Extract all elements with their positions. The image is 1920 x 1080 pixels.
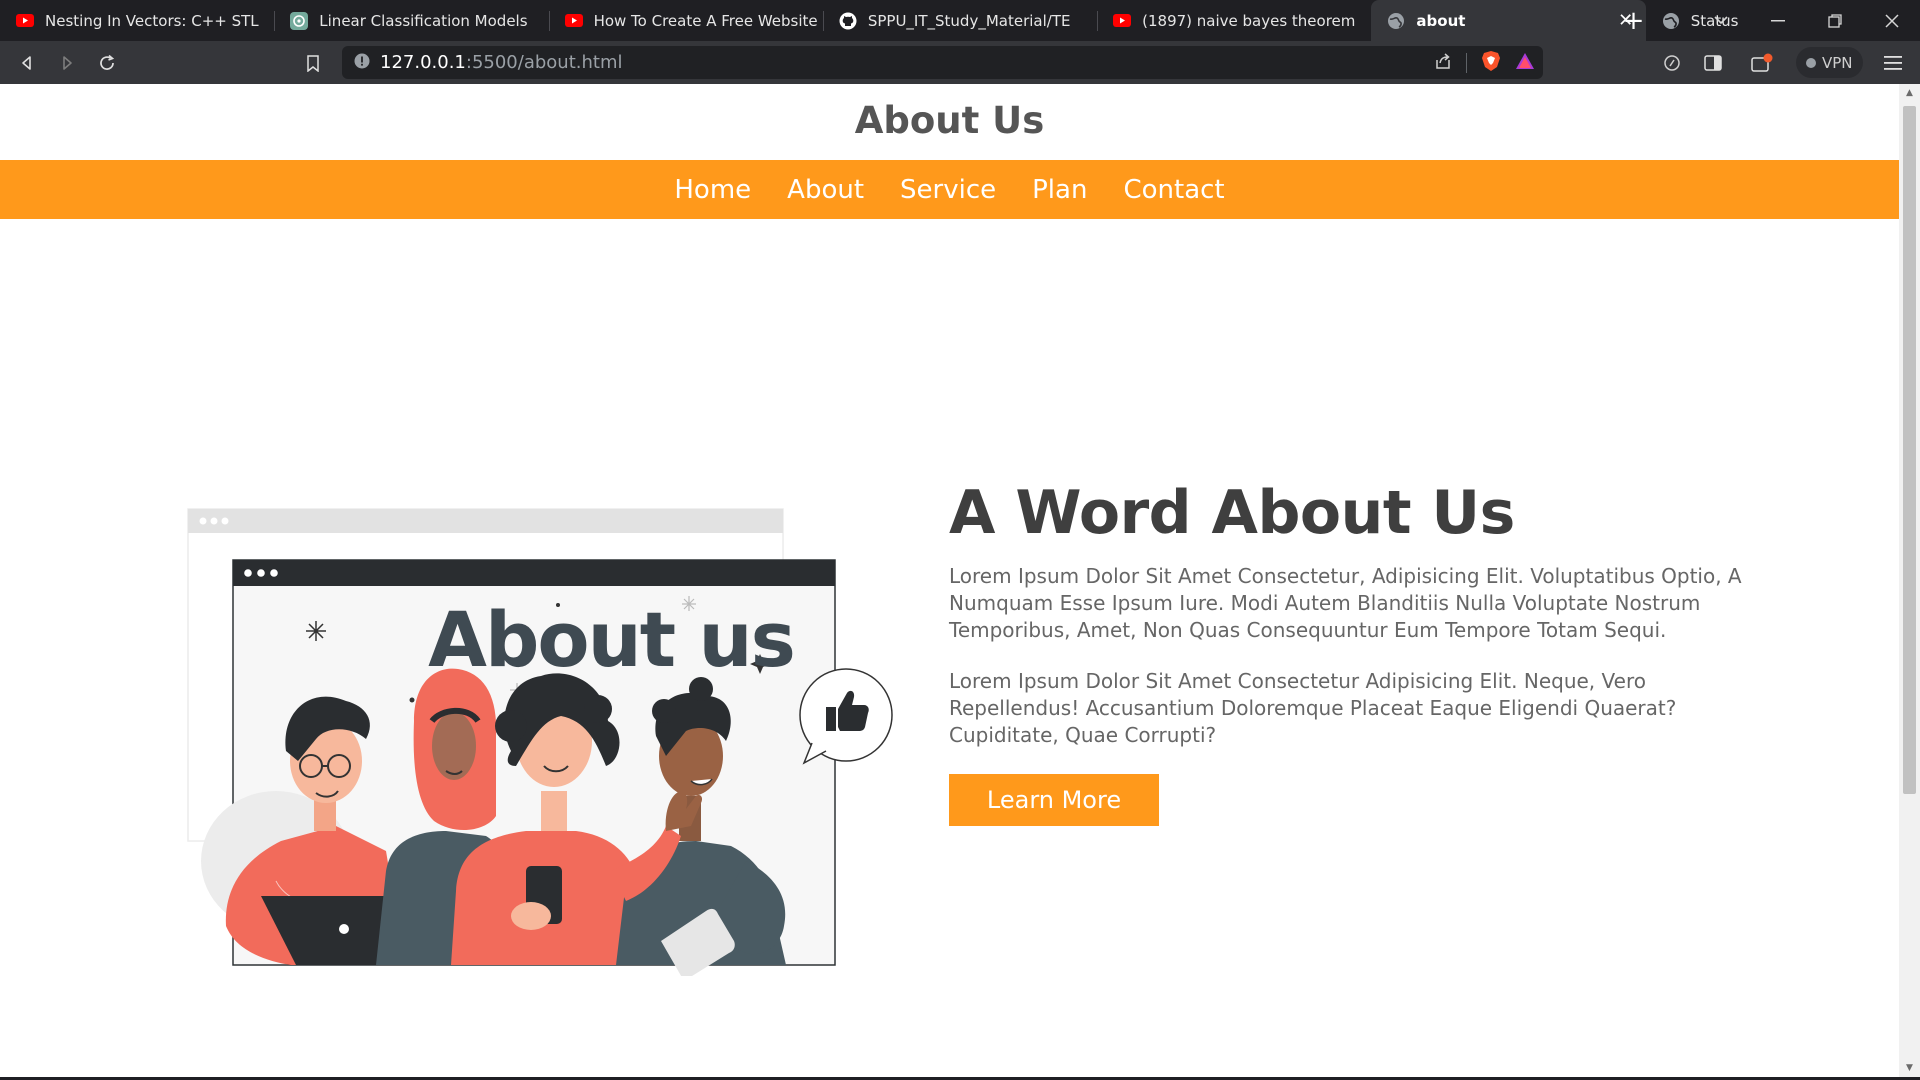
nav-home[interactable]: Home bbox=[656, 175, 769, 205]
address-bar-actions bbox=[1434, 46, 1535, 79]
url-host: 127.0.0.1 bbox=[380, 52, 466, 73]
wallet-icon[interactable] bbox=[1742, 43, 1782, 83]
paragraph-2: Lorem Ipsum Dolor Sit Amet Consectetur A… bbox=[949, 669, 1677, 747]
new-tab-icon[interactable]: + bbox=[1605, 0, 1662, 41]
chatgpt-icon bbox=[290, 11, 309, 30]
learn-more-button[interactable]: Learn More bbox=[949, 774, 1159, 826]
site-title: About Us bbox=[854, 99, 1045, 142]
browser-toolbar: 127.0.0.1:5500/about.html VPN bbox=[0, 41, 1920, 84]
youtube-icon bbox=[564, 12, 583, 30]
tab-0[interactable]: Nesting In Vectors: C++ STL bbox=[0, 0, 274, 41]
about-us-illustration: About us bbox=[187, 508, 893, 976]
tab-title: How To Create A Free Website bbox=[593, 11, 818, 30]
menu-icon[interactable] bbox=[1873, 43, 1913, 83]
youtube-icon bbox=[1113, 12, 1132, 30]
tab-2[interactable]: How To Create A Free Website bbox=[548, 0, 823, 41]
vpn-button[interactable]: VPN bbox=[1796, 47, 1863, 78]
tab-3[interactable]: SPPU_IT_Study_Material/TE bbox=[822, 0, 1097, 41]
tab-bar: Nesting In Vectors: C++ STL Linear Class… bbox=[0, 0, 1920, 41]
sidebar-icon[interactable] bbox=[1693, 43, 1733, 83]
nav-service[interactable]: Service bbox=[882, 175, 1014, 205]
brave-sync-icon[interactable] bbox=[1652, 43, 1692, 83]
scroll-thumb[interactable] bbox=[1903, 106, 1916, 794]
page-scrollbar[interactable]: ▲ ▼ bbox=[1899, 84, 1920, 1078]
tab-title: Linear Classification Models bbox=[319, 11, 528, 30]
tab-title: (1897) naive bayes theorem bbox=[1142, 11, 1356, 30]
tab-title: about bbox=[1416, 11, 1466, 30]
paragraph-1: Lorem Ipsum Dolor Sit Amet Consectetur, … bbox=[949, 564, 1742, 642]
window-controls: + bbox=[1605, 0, 1920, 41]
nav-about[interactable]: About bbox=[769, 175, 882, 205]
vpn-status-icon bbox=[1806, 57, 1816, 68]
globe-icon bbox=[1387, 12, 1405, 30]
youtube-icon bbox=[16, 12, 34, 30]
tab-title: Nesting In Vectors: C++ STL bbox=[45, 11, 259, 30]
url-path: :5500/about.html bbox=[465, 52, 623, 73]
vpn-label: VPN bbox=[1822, 53, 1853, 72]
nav-contact[interactable]: Contact bbox=[1105, 175, 1242, 205]
navbar: Home About Service Plan Contact bbox=[0, 160, 1899, 219]
scroll-up-icon[interactable]: ▲ bbox=[1904, 88, 1915, 99]
divider bbox=[1466, 52, 1467, 73]
close-window-icon[interactable] bbox=[1863, 0, 1920, 41]
forward-icon[interactable] bbox=[47, 43, 87, 83]
scroll-down-icon[interactable]: ▼ bbox=[1904, 1063, 1915, 1074]
nav-plan[interactable]: Plan bbox=[1014, 175, 1105, 205]
github-icon bbox=[839, 12, 857, 30]
reload-icon[interactable] bbox=[87, 43, 127, 83]
brave-shields-icon[interactable] bbox=[1481, 50, 1501, 76]
site-info-icon[interactable] bbox=[354, 53, 370, 73]
restore-icon[interactable] bbox=[1806, 0, 1863, 41]
minimize-icon[interactable] bbox=[1749, 0, 1806, 41]
illustration-text: About us bbox=[428, 595, 794, 684]
tab-1[interactable]: Linear Classification Models bbox=[274, 0, 548, 41]
tab-4[interactable]: (1897) naive bayes theorem bbox=[1097, 0, 1371, 41]
section-heading: A Word About Us bbox=[949, 478, 1515, 548]
tab-list-chevron-icon[interactable] bbox=[1692, 0, 1749, 41]
brave-rewards-icon[interactable] bbox=[1515, 52, 1535, 74]
address-bar[interactable]: 127.0.0.1:5500/about.html bbox=[342, 46, 1543, 79]
share-icon[interactable] bbox=[1434, 52, 1452, 74]
page-viewport: About Us Home About Service Plan Contact… bbox=[0, 84, 1899, 1078]
about-content: A Word About Us Lorem Ipsum Dolor Sit Am… bbox=[949, 477, 1769, 826]
bookmark-icon[interactable] bbox=[293, 43, 333, 83]
tab-title: SPPU_IT_Study_Material/TE bbox=[867, 11, 1071, 30]
back-icon[interactable] bbox=[7, 43, 47, 83]
